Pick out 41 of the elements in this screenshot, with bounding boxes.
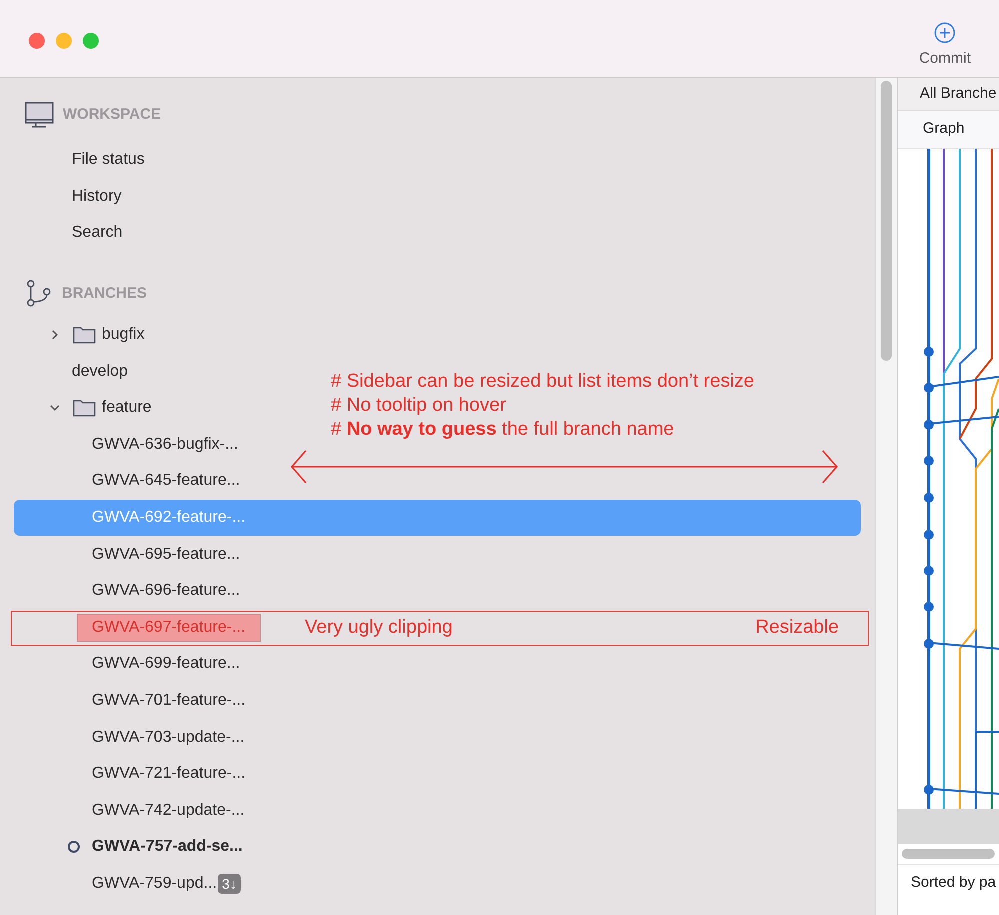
scrollbar-thumb[interactable] (902, 849, 995, 859)
branch-name: GWVA-636-bugfix-... (92, 434, 238, 455)
zoom-button[interactable] (83, 33, 99, 49)
branch-name: GWVA-692-feature-... (92, 508, 246, 528)
folder-icon (73, 399, 96, 418)
branch-name: GWVA-721-feature-... (92, 764, 246, 784)
branch-name: GWVA-703-update-... (92, 728, 245, 748)
sidebar-item[interactable]: History (72, 184, 122, 209)
branch-name: GWVA-696-feature... (92, 581, 240, 602)
branch-name: develop (72, 362, 128, 382)
section-header: BRANCHES (62, 284, 148, 304)
branch-name: GWVA-757-add-se... (92, 837, 243, 858)
branch-name: GWVA-699-feature... (92, 654, 240, 674)
annotation-text: Very ugly clipping (305, 616, 453, 640)
branch-name: GWVA-697-feature-... (77, 614, 261, 642)
close-button[interactable] (29, 33, 45, 49)
minimize-button[interactable] (56, 33, 72, 49)
annotation-text: # Sidebar can be resized but list items don’t resize (331, 370, 756, 394)
behind-count-badge: 3↓ (218, 874, 241, 894)
annotation-text: Resizable (756, 616, 839, 640)
sidebar-item[interactable]: File status (72, 148, 145, 172)
add-icon (934, 22, 956, 44)
section-header: WORKSPACE (63, 104, 162, 125)
branch-name: GWVA-701-feature-... (92, 691, 246, 712)
monitor-icon (25, 102, 54, 128)
chevron-down-icon[interactable] (50, 403, 60, 414)
scrollbar-thumb[interactable] (881, 81, 892, 361)
folder-label[interactable]: feature (102, 396, 152, 420)
branch-name: GWVA-645-feature... (92, 471, 240, 492)
annotation-text: # No tooltip on hover (331, 394, 508, 418)
folder-icon (73, 326, 96, 344)
branch-name: GWVA-759-upd... (92, 874, 218, 894)
sort-label[interactable]: Sorted by pa (911, 872, 996, 895)
sidebar-item[interactable]: Search (72, 221, 123, 246)
branch-icon (27, 280, 51, 308)
commit-button[interactable]: Commit (919, 22, 971, 70)
folder-label[interactable]: bugfix (102, 323, 145, 348)
chevron-right-icon[interactable] (50, 330, 60, 340)
branch-name: GWVA-742-update-... (92, 800, 245, 821)
annotation-text: # No way to guess the full branch name (331, 418, 676, 442)
branch-name: GWVA-695-feature... (92, 544, 240, 565)
